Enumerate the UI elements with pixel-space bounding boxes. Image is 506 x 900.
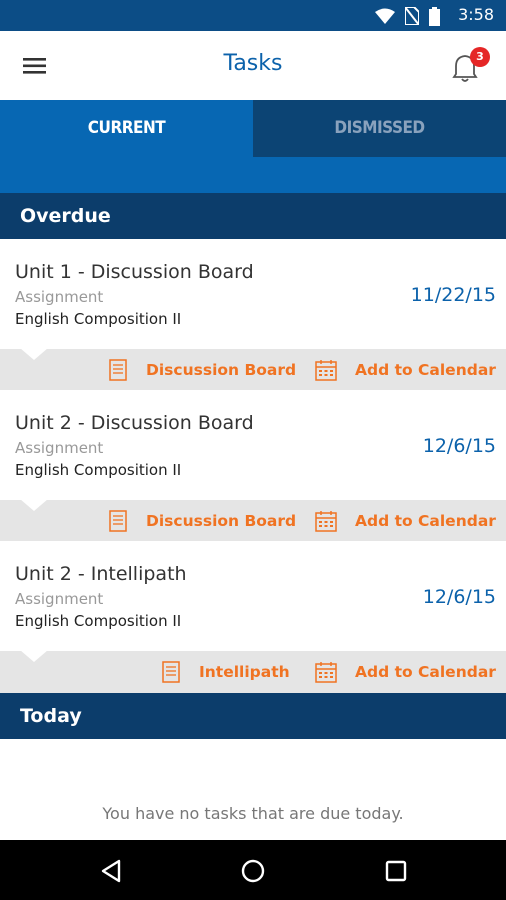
home-icon (241, 859, 265, 883)
task-name: Unit 2 - Discussion Board (15, 412, 254, 434)
document-icon (162, 661, 180, 683)
status-time: 3:58 (458, 5, 494, 24)
section-header-today: Today (0, 693, 506, 739)
task-type: Assignment (15, 590, 104, 608)
open-task-button[interactable]: Discussion Board (108, 349, 296, 391)
battery-icon (429, 6, 440, 26)
empty-state-message: You have no tasks that are due today. (102, 804, 404, 823)
task-name: Unit 2 - Intellipath (15, 563, 187, 585)
open-task-label: Discussion Board (146, 361, 297, 379)
task-actions: Discussion Board Add to Calendar (0, 499, 506, 542)
task-course: English Composition II (15, 612, 182, 630)
task-type: Assignment (15, 439, 104, 457)
page-title: Tasks (223, 51, 283, 76)
task-actions: Discussion Board Add to Calendar (0, 348, 506, 391)
task-item[interactable]: Unit 2 - Discussion Board Assignment Eng… (0, 390, 506, 501)
add-to-calendar-button[interactable]: Add to Calendar (315, 500, 496, 542)
notch (20, 499, 48, 511)
task-course: English Composition II (15, 461, 182, 479)
section-header-overdue: Overdue (0, 193, 506, 239)
app-bar: Tasks 3 (0, 31, 506, 100)
status-bar: 3:58 (0, 0, 506, 31)
open-task-label: Discussion Board (146, 512, 297, 530)
document-icon (109, 359, 127, 381)
recents-button[interactable] (380, 855, 412, 887)
task-course: English Composition II (15, 310, 182, 328)
task-due-date: 11/22/15 (410, 284, 496, 306)
add-to-calendar-button[interactable]: Add to Calendar (315, 349, 496, 391)
add-to-calendar-label: Add to Calendar (355, 663, 496, 681)
tab-bar: CURRENT DISMISSED (0, 100, 506, 157)
tab-content-strip (0, 157, 506, 193)
back-icon (101, 859, 121, 883)
status-icons (375, 6, 440, 26)
tab-dismissed[interactable]: DISMISSED (253, 100, 506, 157)
recents-icon (385, 860, 407, 882)
add-to-calendar-label: Add to Calendar (355, 361, 496, 379)
back-button[interactable] (95, 855, 127, 887)
notification-badge: 3 (470, 47, 490, 67)
notch (20, 348, 48, 360)
notch (20, 650, 48, 662)
system-nav-bar (0, 840, 506, 900)
document-icon (109, 510, 127, 532)
open-task-label: Intellipath (199, 663, 290, 681)
wifi-icon (375, 8, 395, 24)
calendar-icon (315, 662, 337, 683)
task-name: Unit 1 - Discussion Board (15, 261, 254, 283)
calendar-icon (315, 511, 337, 532)
task-actions: Intellipath Add to Calendar (0, 650, 506, 693)
open-task-button[interactable]: Intellipath (161, 651, 290, 693)
no-sim-icon (405, 7, 419, 25)
add-to-calendar-button[interactable]: Add to Calendar (315, 651, 496, 693)
task-due-date: 12/6/15 (422, 435, 496, 457)
open-task-button[interactable]: Discussion Board (108, 500, 296, 542)
tab-current[interactable]: CURRENT (0, 100, 253, 157)
task-type: Assignment (15, 288, 104, 306)
task-item[interactable]: Unit 2 - Intellipath Assignment English … (0, 541, 506, 652)
task-item[interactable]: Unit 1 - Discussion Board Assignment Eng… (0, 239, 506, 350)
home-button[interactable] (237, 855, 269, 887)
calendar-icon (315, 360, 337, 381)
task-due-date: 12/6/15 (422, 586, 496, 608)
add-to-calendar-label: Add to Calendar (355, 512, 496, 530)
